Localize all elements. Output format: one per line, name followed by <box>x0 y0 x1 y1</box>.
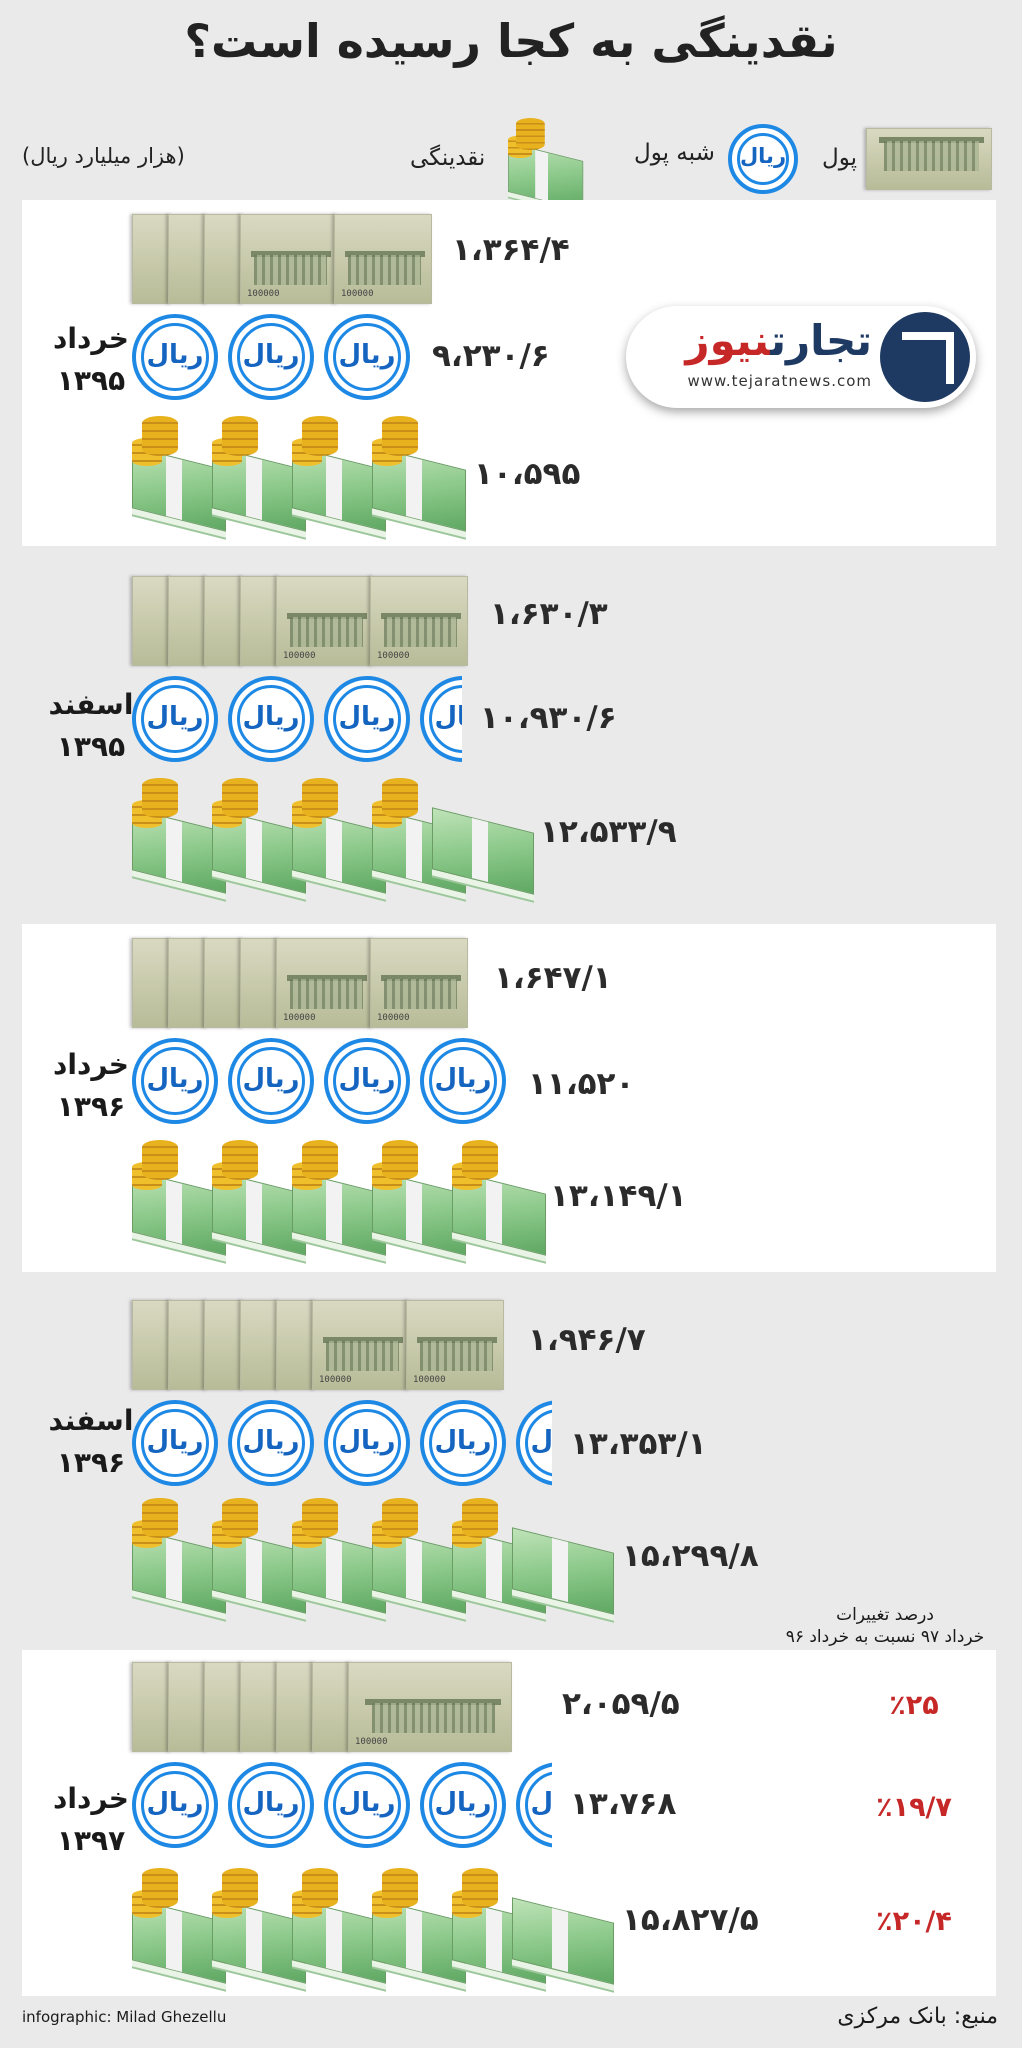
money-value: ۱،۹۴۶/۷ <box>528 1322 646 1358</box>
quasi-money-value: ۱۳،۳۵۳/۱ <box>570 1426 707 1462</box>
logo-brand: تجارتنیوز <box>685 316 872 365</box>
period-panel: خرداد ۱۳۹۷ 100000 ۲،۰۵۹/۵ ٪۲۵ ریال ریال ر… <box>22 1650 996 1996</box>
period-label: خرداد ۱۳۹۶ <box>53 1048 129 1123</box>
liquidity-value: ۱۳،۱۴۹/۱ <box>550 1178 687 1214</box>
period-panel: خرداد ۱۳۹۶ 100000 100000 ۱،۶۴۷/۱ ریال ریا… <box>22 924 996 1272</box>
legend-rial-coin-icon: ریال <box>728 124 798 194</box>
period-panel: اسفند ۱۳۹۶ 100000 100000 ۱،۹۴۶/۷ ریال ریا… <box>22 1284 996 1618</box>
quasi-money-value: ۹،۲۳۰/۶ <box>432 338 550 374</box>
period-label: خرداد ۱۳۹۷ <box>53 1782 129 1857</box>
tejaratnews-logo: تجارتنیوز www.tejaratnews.com <box>626 306 976 408</box>
money-value: ۲،۰۵۹/۵ <box>562 1686 680 1722</box>
money-value: ۱،۳۶۴/۴ <box>452 232 570 268</box>
logo-url: www.tejaratnews.com <box>687 372 872 390</box>
credit: infographic: Milad Ghezellu <box>22 2008 227 2026</box>
liquidity-value: ۱۵،۸۲۷/۵ <box>622 1902 759 1938</box>
quasi-money-value: ۱۱،۵۲۰ <box>528 1066 635 1102</box>
period-label: اسفند ۱۳۹۶ <box>48 1404 134 1479</box>
quasi-money-change-percent: ٪۱۹/۷ <box>876 1792 952 1823</box>
money-change-percent: ٪۲۵ <box>889 1690 939 1721</box>
liquidity-change-percent: ٪۲۰/۴ <box>876 1906 952 1937</box>
liquidity-value: ۱۰،۵۹۵ <box>474 456 581 492</box>
page-title: نقدینگی به کجا رسیده است؟ <box>184 14 838 68</box>
money-value: ۱،۶۳۰/۳ <box>490 596 608 632</box>
legend-money-stack-icon <box>508 118 585 211</box>
period-label: اسفند ۱۳۹۵ <box>48 688 134 763</box>
unit-note: (هزار میلیارد ریال) <box>22 144 185 168</box>
legend-label-money: پول <box>822 145 857 171</box>
money-value: ۱،۶۴۷/۱ <box>494 960 612 996</box>
quasi-money-value: ۱۰،۹۳۰/۶ <box>480 700 617 736</box>
source: منبع: بانک مرکزی <box>837 2004 998 2029</box>
period-panel: اسفند ۱۳۹۵ 100000 100000 ۱،۶۳۰/۳ ریال ریا… <box>22 560 996 912</box>
period-label: خرداد ۱۳۹۵ <box>53 322 129 397</box>
logo-arrow-icon <box>880 312 970 402</box>
liquidity-value: ۱۲،۵۳۳/۹ <box>540 814 677 850</box>
liquidity-value: ۱۵،۲۹۹/۸ <box>622 1538 759 1574</box>
quasi-money-row: ریال ریال ریال ریال <box>132 676 462 772</box>
quasi-money-row: ریال ریال ریال ریال ریال <box>132 1762 552 1858</box>
quasi-money-value: ۱۳،۷۶۸ <box>570 1786 677 1822</box>
legend-banknote-icon <box>866 128 992 190</box>
legend-label-quasi-money: شبه پول <box>634 140 715 166</box>
legend-label-liquidity: نقدینگی <box>410 145 486 171</box>
quasi-money-row: ریال ریال ریال ریال ریال <box>132 1400 552 1496</box>
changes-heading: درصد تغییرات خرداد ۹۷ نسبت به خرداد ۹۶ <box>785 1605 985 1647</box>
